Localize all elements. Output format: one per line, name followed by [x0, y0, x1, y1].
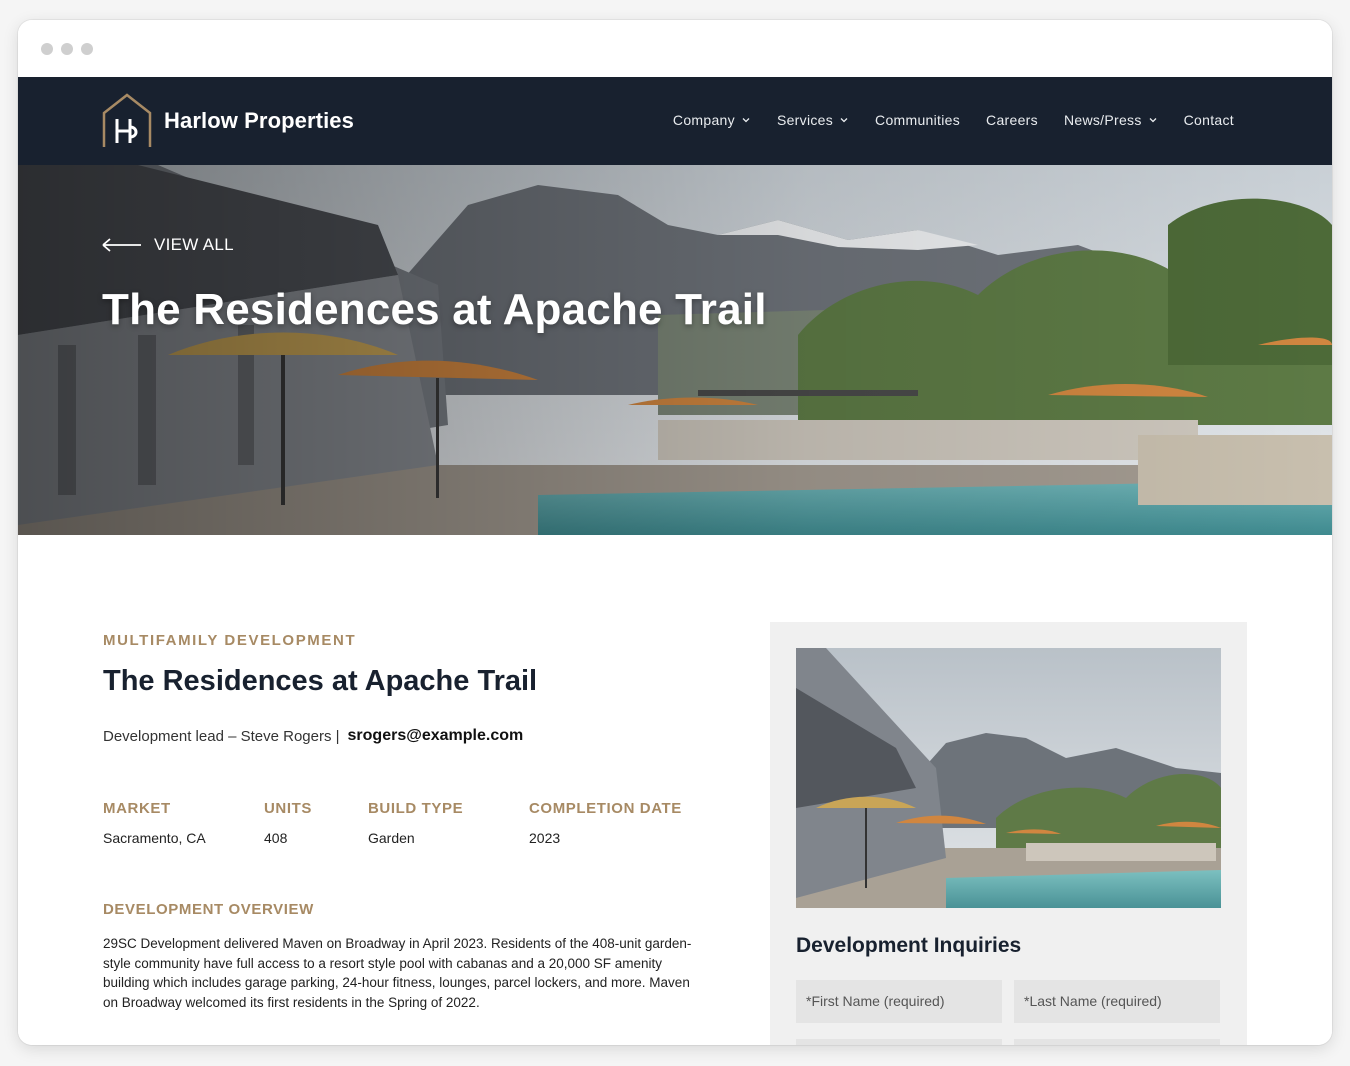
spec-completion-date: COMPLETION DATE 2023	[529, 800, 709, 846]
lead-email-link[interactable]: srogers@example.com	[348, 727, 524, 745]
last-name-field[interactable]: *Last Name (required)	[1014, 980, 1220, 1023]
nav-communities-label: Communities	[875, 112, 961, 128]
spec-label: BUILD TYPE	[368, 800, 464, 817]
window-maximize-dot[interactable]	[81, 43, 93, 55]
spec-grid: MARKET Sacramento, CA UNITS 408 BUILD TY…	[103, 800, 709, 846]
spec-units: UNITS 408	[264, 800, 368, 846]
chevron-down-icon	[742, 118, 750, 123]
property-title: The Residences at Apache Trail	[103, 665, 538, 697]
nav-communities[interactable]: Communities	[875, 112, 960, 128]
nav-company[interactable]: Company	[673, 112, 751, 128]
lead-text: Development lead – Steve Rogers |	[103, 727, 340, 745]
window-close-dot[interactable]	[41, 43, 53, 55]
spec-label: UNITS	[264, 800, 312, 817]
brand-name: Harlow Properties	[164, 108, 354, 133]
hero-resort-image	[18, 165, 1332, 535]
development-lead: Development lead – Steve Rogers | sroger…	[103, 727, 523, 745]
brand-logo[interactable]: Harlow Properties	[102, 93, 354, 149]
spec-label: MARKET	[103, 800, 171, 817]
main-menu: Company Services Communities Careers New…	[673, 112, 1234, 128]
property-photo-image	[796, 648, 1221, 908]
arrow-left-icon	[102, 238, 141, 252]
nav-contact[interactable]: Contact	[1184, 112, 1234, 128]
nav-careers-label: Careers	[986, 112, 1038, 128]
nav-contact-label: Contact	[1183, 112, 1234, 128]
inquiry-title: Development Inquiries	[796, 934, 1022, 957]
view-all-link[interactable]: VIEW ALL	[102, 235, 234, 255]
hero-banner: VIEW ALL The Residences at Apache Trail	[18, 165, 1332, 535]
browser-window: Harlow Properties Company Services Commu…	[18, 20, 1332, 1045]
window-minimize-dot[interactable]	[61, 43, 73, 55]
spec-value: 408	[264, 830, 288, 846]
nav-careers[interactable]: Careers	[986, 112, 1038, 128]
spec-value: Garden	[368, 830, 415, 846]
top-navigation: Harlow Properties Company Services Commu…	[18, 77, 1332, 165]
first-name-field[interactable]: *First Name (required)	[796, 980, 1002, 1023]
spec-value: 2023	[529, 830, 561, 846]
chevron-down-icon	[840, 118, 848, 123]
nav-company-label: Company	[672, 112, 735, 128]
category-eyebrow: MULTIFAMILY DEVELOPMENT	[103, 632, 357, 649]
window-titlebar	[18, 20, 1332, 77]
overview-heading: DEVELOPMENT OVERVIEW	[103, 901, 314, 918]
email-field[interactable]	[796, 1039, 1002, 1045]
spec-market: MARKET Sacramento, CA	[103, 800, 264, 846]
spec-value: Sacramento, CA	[103, 830, 206, 846]
spec-label: COMPLETION DATE	[529, 800, 682, 817]
view-all-label: VIEW ALL	[154, 235, 234, 254]
phone-field[interactable]	[1014, 1039, 1220, 1045]
overview-text: 29SC Development delivered Maven on Broa…	[103, 936, 692, 1010]
house-logo-icon	[102, 93, 152, 147]
property-photo	[796, 648, 1221, 908]
chevron-down-icon	[1149, 118, 1157, 123]
inquiry-card: Development Inquiries *First Name (requi…	[770, 622, 1247, 1045]
nav-news-press[interactable]: News/Press	[1064, 112, 1158, 128]
nav-services-label: Services	[776, 112, 834, 128]
hero-title: The Residences at Apache Trail	[102, 285, 767, 334]
nav-news-press-label: News/Press	[1063, 112, 1142, 128]
development-details: MULTIFAMILY DEVELOPMENT The Residences a…	[18, 535, 1332, 1045]
spec-build-type: BUILD TYPE Garden	[368, 800, 529, 846]
nav-services[interactable]: Services	[777, 112, 849, 128]
